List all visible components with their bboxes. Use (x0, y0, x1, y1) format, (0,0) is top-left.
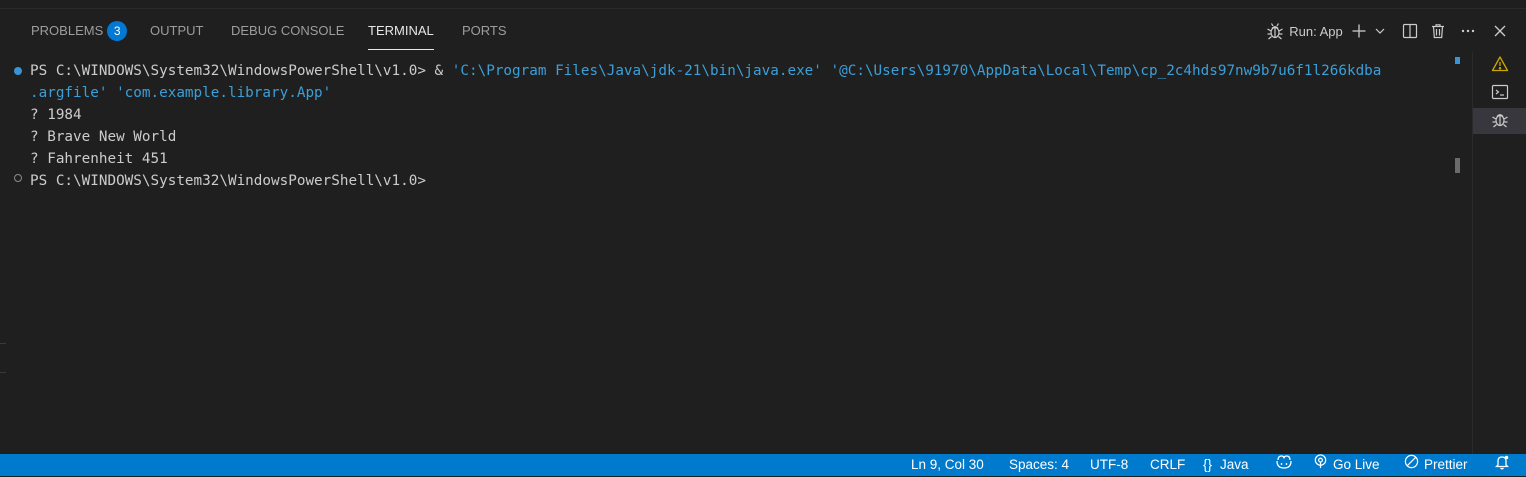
scrollbar-marker (1455, 57, 1460, 64)
language-label: Java (1220, 457, 1249, 472)
more-icon (1460, 23, 1476, 39)
tab-output-label: OUTPUT (150, 23, 204, 38)
split-icon (1402, 23, 1418, 39)
tab-debug-console-label: DEBUG CONSOLE (231, 23, 345, 38)
close-panel-button[interactable] (1489, 19, 1511, 43)
command-decoration-empty[interactable] (14, 174, 22, 182)
divider (0, 343, 6, 344)
debug-icon (1490, 109, 1510, 134)
trash-icon (1430, 23, 1446, 39)
bell-icon (1494, 454, 1515, 477)
tab-ports[interactable]: PORTS (462, 12, 507, 50)
side-tab-powershell[interactable] (1473, 81, 1526, 107)
command-decoration-success[interactable] (14, 67, 22, 75)
tab-terminal-label: TERMINAL (368, 23, 434, 38)
prettier-label: Prettier (1424, 457, 1468, 472)
tab-debug-console[interactable]: DEBUG CONSOLE (231, 12, 344, 50)
side-tab-warning[interactable] (1473, 53, 1526, 79)
terminal-command-line: PS C:\WINDOWS\System32\WindowsPowerShell… (30, 60, 1381, 82)
encoding[interactable]: UTF-8 (1090, 454, 1128, 476)
top-border (0, 8, 1526, 9)
bug-icon (1265, 21, 1285, 41)
copilot-icon (1275, 454, 1298, 477)
command-args-part2: .argfile' 'com.example.library.App' (30, 85, 332, 101)
side-tab-debug[interactable] (1473, 108, 1526, 134)
output-line: ? Brave New World (30, 129, 177, 145)
go-live-label: Go Live (1333, 457, 1380, 472)
command-args-part1: 'C:\Program Files\Java\jdk-21\bin\java.e… (451, 63, 1382, 79)
warning-icon (1491, 55, 1509, 78)
terminal-profile-dropdown[interactable] (1373, 19, 1387, 43)
divider (0, 372, 6, 373)
terminal-icon (1491, 83, 1509, 106)
indentation[interactable]: Spaces: 4 (1009, 454, 1069, 476)
chevron-down-icon (1374, 25, 1386, 37)
status-bar: Ln 9, Col 30 Spaces: 4 UTF-8 CRLF {} Jav… (0, 454, 1526, 476)
add-icon (1351, 23, 1367, 39)
prettier-status[interactable]: Prettier (1404, 454, 1468, 476)
tab-problems-label: PROBLEMS (31, 23, 104, 38)
problems-count-badge: 3 (107, 20, 128, 41)
scrollbar-thumb[interactable] (1455, 158, 1460, 173)
new-terminal-button[interactable] (1350, 19, 1368, 43)
run-app-label: Run: App (1289, 23, 1343, 39)
kill-terminal-button[interactable] (1427, 19, 1449, 43)
broadcast-icon (1313, 454, 1333, 476)
output-line: ? Fahrenheit 451 (30, 151, 168, 167)
line-ending[interactable]: CRLF (1150, 454, 1185, 476)
go-live-button[interactable]: Go Live (1313, 454, 1380, 476)
tab-problems[interactable]: PROBLEMS 3 (31, 12, 128, 50)
close-icon (1493, 24, 1507, 38)
output-line: ? 1984 (30, 107, 82, 123)
terminal-prompt-current: PS C:\WINDOWS\System32\WindowsPowerShell… (30, 173, 426, 189)
braces-icon: {} (1203, 457, 1213, 472)
copilot-status[interactable] (1275, 454, 1298, 476)
tab-terminal[interactable]: TERMINAL (368, 12, 434, 50)
language-mode[interactable]: {} Java (1203, 454, 1249, 476)
notifications-button[interactable] (1494, 454, 1515, 476)
terminal-scrollbar[interactable] (1453, 58, 1463, 454)
tab-ports-label: PORTS (462, 23, 507, 38)
prettier-disabled-icon (1404, 454, 1424, 476)
split-terminal-button[interactable] (1399, 19, 1421, 43)
terminal-output[interactable]: PS C:\WINDOWS\System32\WindowsPowerShell… (0, 58, 1452, 453)
run-app-button[interactable]: Run: App (1262, 19, 1346, 43)
tab-output[interactable]: OUTPUT (150, 12, 203, 50)
cursor-position[interactable]: Ln 9, Col 30 (911, 454, 984, 476)
command-operator: & (425, 63, 452, 79)
terminal-prompt: PS C:\WINDOWS\System32\WindowsPowerShell… (30, 63, 426, 79)
more-actions-button[interactable] (1457, 19, 1479, 43)
